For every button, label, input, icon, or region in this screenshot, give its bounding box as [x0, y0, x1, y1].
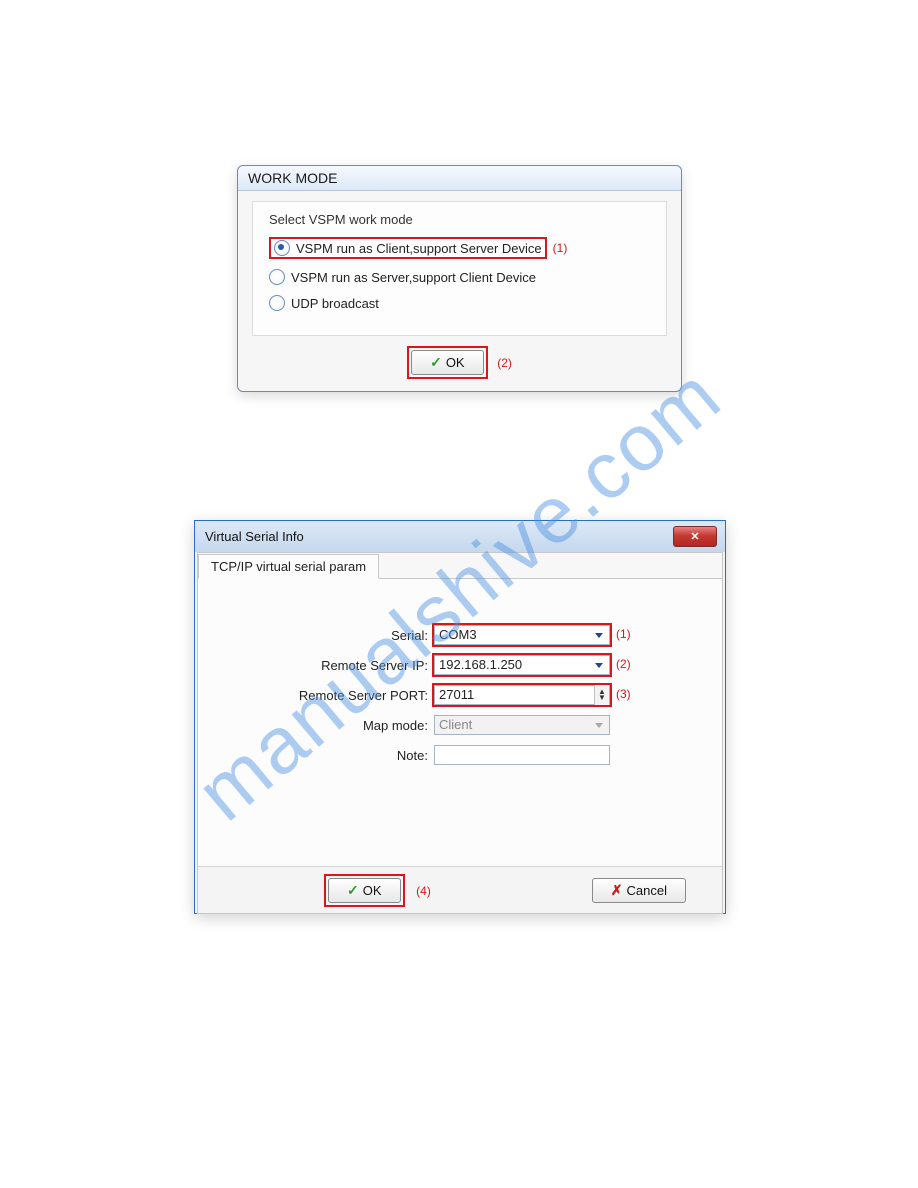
- close-icon: ✕: [690, 530, 699, 543]
- remote-port-spinner[interactable]: 27011 ▲ ▼: [434, 685, 610, 705]
- dialog-work-mode: WORK MODE Select VSPM work mode VSPM run…: [237, 165, 682, 392]
- ok-button[interactable]: ✓ OK: [411, 350, 484, 375]
- chevron-down-icon: [595, 663, 603, 668]
- annotation-2: (2): [497, 356, 512, 370]
- note-input[interactable]: [434, 745, 610, 765]
- close-button[interactable]: ✕: [673, 526, 717, 547]
- tab-tcpip-param[interactable]: TCP/IP virtual serial param: [198, 554, 379, 579]
- dialog-title: Virtual Serial Info: [205, 529, 304, 544]
- radio-label: VSPM run as Client,support Server Device: [296, 241, 542, 256]
- annotation-3: (3): [616, 687, 631, 701]
- spinner-buttons[interactable]: ▲ ▼: [594, 685, 609, 705]
- radio-label: UDP broadcast: [291, 296, 379, 311]
- ok-button[interactable]: ✓ OK: [328, 878, 401, 903]
- combobox-value: COM3: [439, 625, 477, 645]
- serial-combobox[interactable]: COM3: [434, 625, 610, 645]
- tab-panel: Serial: COM3 (1) Remote Server IP:: [198, 578, 722, 913]
- button-label: OK: [363, 883, 382, 898]
- spinner-value: 27011: [439, 685, 474, 705]
- annotation-1: (1): [616, 627, 631, 641]
- label-remote-ip: Remote Server IP:: [198, 658, 434, 673]
- cross-icon: ✗: [611, 882, 623, 899]
- check-icon: ✓: [347, 882, 359, 899]
- button-label: OK: [446, 355, 465, 370]
- highlight-box-1: VSPM run as Client,support Server Device: [269, 237, 547, 259]
- map-mode-combobox: Client: [434, 715, 610, 735]
- highlight-box-2: ✓ OK: [407, 346, 488, 379]
- radio-server-mode[interactable]: [269, 269, 285, 285]
- label-map-mode: Map mode:: [198, 718, 434, 733]
- label-remote-port: Remote Server PORT:: [198, 688, 434, 703]
- dialog-title: WORK MODE: [238, 166, 681, 191]
- annotation-2: (2): [616, 657, 631, 671]
- combobox-value: Client: [439, 715, 472, 735]
- chevron-down-icon: [595, 723, 603, 728]
- highlight-box: ✓ OK: [324, 874, 405, 907]
- chevron-down-icon: ▼: [598, 695, 606, 701]
- cancel-button[interactable]: ✗ Cancel: [592, 878, 686, 903]
- radio-client-mode[interactable]: [274, 240, 290, 256]
- annotation-1: (1): [553, 241, 568, 255]
- chevron-down-icon: [595, 633, 603, 638]
- combobox-value: 192.168.1.250: [439, 655, 522, 675]
- group-title: Select VSPM work mode: [269, 212, 650, 227]
- radio-udp-broadcast[interactable]: [269, 295, 285, 311]
- dialog-virtual-serial-info: Virtual Serial Info ✕ TCP/IP virtual ser…: [194, 520, 726, 914]
- remote-ip-combobox[interactable]: 192.168.1.250: [434, 655, 610, 675]
- group-select-mode: Select VSPM work mode VSPM run as Client…: [252, 201, 667, 336]
- annotation-4: (4): [416, 884, 431, 898]
- button-label: Cancel: [627, 883, 667, 898]
- radio-label: VSPM run as Server,support Client Device: [291, 270, 536, 285]
- label-note: Note:: [198, 748, 434, 763]
- check-icon: ✓: [430, 354, 442, 371]
- label-serial: Serial:: [198, 628, 434, 643]
- button-bar: ✓ OK (4) ✗ Cancel: [198, 866, 722, 913]
